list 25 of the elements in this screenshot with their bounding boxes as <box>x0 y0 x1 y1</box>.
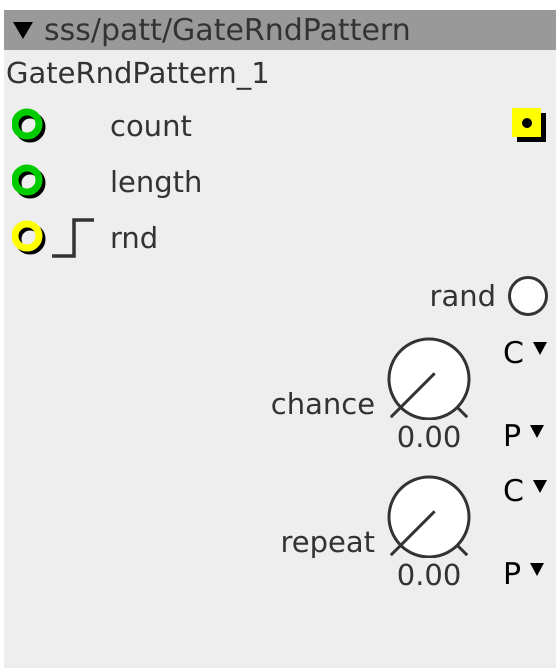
option-label[interactable]: P <box>503 419 522 454</box>
outlet-port-icon[interactable] <box>512 108 546 142</box>
knob-label: chance <box>270 386 376 421</box>
inlet-label: count <box>110 109 192 143</box>
toggle-label: rand <box>430 279 496 313</box>
trigger-step-icon <box>52 217 94 259</box>
knob-value: 0.00 <box>396 420 462 454</box>
inlet-port-icon[interactable] <box>12 164 48 200</box>
toggle[interactable] <box>508 276 548 316</box>
inlet-label: length <box>110 165 202 199</box>
inlet-port-icon[interactable] <box>12 220 48 256</box>
inlet-label: rnd <box>110 221 158 255</box>
option-label[interactable]: P <box>503 557 522 592</box>
inlet-port-icon[interactable] <box>12 108 48 144</box>
option-label[interactable]: C <box>503 336 524 371</box>
collapse-triangle-icon[interactable] <box>12 20 34 40</box>
knob-label: repeat <box>280 524 376 559</box>
object-title: sss/patt/GateRndPattern <box>44 12 411 48</box>
instance-name[interactable]: GateRndPattern_1 <box>4 50 556 98</box>
knob-value: 0.00 <box>396 558 462 592</box>
option-label[interactable]: C <box>503 474 524 509</box>
dropdown-caret-icon[interactable] <box>532 340 548 356</box>
dropdown-caret-icon[interactable] <box>529 423 546 439</box>
dropdown-caret-icon[interactable] <box>532 478 548 494</box>
dropdown-caret-icon[interactable] <box>529 561 546 577</box>
